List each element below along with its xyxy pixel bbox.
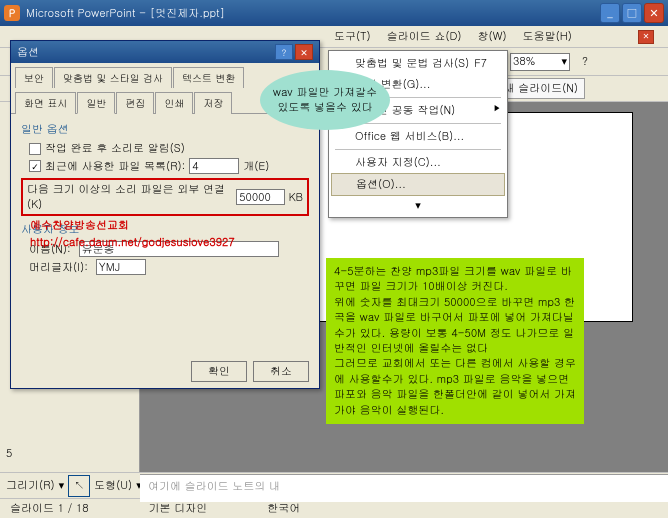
menu-help[interactable]: 도움말(H) xyxy=(515,27,580,46)
zoom-combo[interactable]: 38%▾ xyxy=(510,53,570,71)
menu-separator xyxy=(335,149,501,150)
notes-placeholder: 여기에 슬라이드 노트의 내 xyxy=(148,479,280,494)
app-title: Microsoft PowerPoint xyxy=(26,6,135,21)
menu-office-web[interactable]: Office 웹 서비스(B)... xyxy=(331,126,505,147)
green-note: 4-5분하는 찬양 mp3파일 크기를 wav 파일로 바꾸면 파일 크기가 1… xyxy=(326,258,584,424)
menu-window[interactable]: 창(W) xyxy=(470,27,515,46)
link-sounds-row: 다음 크기 이상의 소리 파일은 외부 연결(K) 50000 KB xyxy=(21,178,309,216)
tab-security[interactable]: 보안 xyxy=(15,67,53,88)
general-options-label: 일반 옵션 xyxy=(21,122,309,137)
menu-customize[interactable]: 사용자 지정(C)... xyxy=(331,152,505,173)
link-unit: KB xyxy=(289,190,303,205)
recent-files-checkbox[interactable]: ✓ xyxy=(29,160,41,172)
powerpoint-icon: P xyxy=(4,5,20,21)
ok-button[interactable]: 확인 xyxy=(191,361,247,382)
sound-feedback-checkbox[interactable] xyxy=(29,143,41,155)
tab-view[interactable]: 화면 표시 xyxy=(15,92,76,114)
link-size-field[interactable]: 50000 xyxy=(236,189,284,205)
slide-number: 5 xyxy=(6,446,135,461)
menu-expand-icon[interactable]: ▾ xyxy=(331,196,505,215)
callout-bubble: wav 파일만 가져갈수 있도록 넣을수 있다 xyxy=(260,70,390,130)
pointer-icon[interactable]: ↖ xyxy=(68,475,90,497)
recent-count-field[interactable]: 4 xyxy=(189,158,239,174)
close-button[interactable]: ✕ xyxy=(644,3,664,23)
menu-spelling[interactable]: 맞춤법 및 문법 검사(S) F7 xyxy=(331,53,505,74)
dialog-help-button[interactable]: ? xyxy=(275,44,293,60)
initials-field[interactable]: YMJ xyxy=(96,259,146,275)
main-titlebar: P Microsoft PowerPoint - [멋진제자.ppt] _ □ … xyxy=(0,0,668,26)
green-note-text: 4-5분하는 찬양 mp3파일 크기를 wav 파일로 바꾸면 파일 크기가 1… xyxy=(334,264,576,418)
red-line1: 예수찬양방송선교회 xyxy=(30,218,235,235)
tab-general[interactable]: 일반 xyxy=(77,92,115,114)
link-sounds-label: 다음 크기 이상의 소리 파일은 외부 연결(K) xyxy=(27,182,232,212)
help-icon[interactable]: ? xyxy=(574,51,596,73)
tab-spelling[interactable]: 맞춤법 및 스타일 검사 xyxy=(54,67,172,88)
draw-menu[interactable]: 그리기(R) xyxy=(6,478,55,493)
red-overlay-text: 예수찬양방송선교회 http://cafe.daum.net/godjesusl… xyxy=(30,218,235,251)
tab-print[interactable]: 인쇄 xyxy=(155,92,193,114)
dialog-close-button[interactable]: ✕ xyxy=(295,44,313,60)
status-design: 기본 디자인 xyxy=(149,501,208,516)
doc-close-button[interactable]: ✕ xyxy=(638,30,654,44)
status-lang: 한국어 xyxy=(267,501,300,516)
menu-options[interactable]: 옵션(O)... xyxy=(331,173,505,196)
dialog-title-text: 옵션 xyxy=(17,45,39,60)
menu-tools[interactable]: 도구(T) xyxy=(326,27,379,46)
recent-unit: 개(E) xyxy=(243,159,269,174)
dialog-titlebar[interactable]: 옵션 ? ✕ xyxy=(11,41,319,63)
tab-textedit[interactable]: 텍스트 변환 xyxy=(173,67,244,88)
maximize-button[interactable]: □ xyxy=(622,3,642,23)
autoshape-menu[interactable]: 도형(U) xyxy=(94,478,132,493)
tab-edit[interactable]: 편집 xyxy=(116,92,154,114)
status-slide: 슬라이드 1 / 18 xyxy=(10,501,89,516)
menu-slideshow[interactable]: 슬라이드 쇼(D) xyxy=(379,27,470,46)
bubble-text: wav 파일만 가져갈수 있도록 넣을수 있다 xyxy=(268,85,382,115)
red-line2: http://cafe.daum.net/godjesuslove3927 xyxy=(30,235,235,252)
tab-save[interactable]: 저장 xyxy=(194,92,232,114)
initials-label: 머리글자(I): xyxy=(29,260,88,275)
sound-feedback-label: 작업 완료 후 소리로 알림(S) xyxy=(45,141,185,156)
recent-files-label: 최근에 사용한 파일 목록(R): xyxy=(45,159,185,174)
minimize-button[interactable]: _ xyxy=(600,3,620,23)
notes-pane[interactable]: 여기에 슬라이드 노트의 내 xyxy=(140,474,668,502)
filename: [멋진제자.ppt] xyxy=(150,6,225,21)
cancel-button[interactable]: 취소 xyxy=(253,361,309,382)
